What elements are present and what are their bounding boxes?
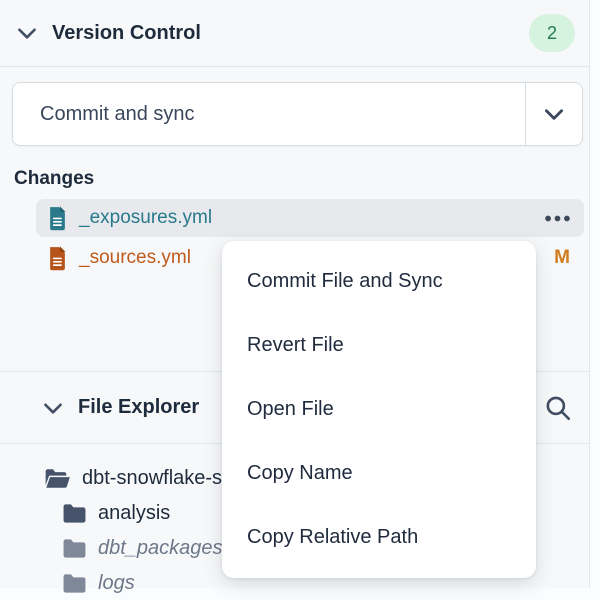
chevron-down-icon[interactable] (14, 20, 40, 46)
commit-dropdown-value: Commit and sync (13, 83, 525, 145)
tree-item-logs[interactable]: logs (62, 566, 135, 600)
folder-open-icon (44, 468, 71, 489)
commit-dropdown[interactable]: Commit and sync (12, 82, 583, 146)
yml-file-icon (47, 205, 68, 231)
chevron-down-icon[interactable] (40, 395, 66, 421)
changes-section-label: Changes (14, 168, 94, 190)
tree-item-label: dbt-snowflake-s (82, 467, 222, 490)
file-context-menu: Commit File and Sync Revert File Open Fi… (222, 241, 536, 578)
folder-icon (62, 503, 87, 524)
version-control-header: Version Control 2 (0, 0, 589, 67)
file-explorer-title: File Explorer (78, 396, 199, 419)
search-icon[interactable] (543, 393, 573, 423)
tree-item-label: analysis (98, 502, 170, 525)
chevron-down-icon (541, 101, 567, 127)
file-actions-ellipsis-icon[interactable] (545, 215, 570, 222)
tree-item-analysis[interactable]: analysis (62, 496, 170, 530)
tree-item-dbt-packages[interactable]: dbt_packages (62, 531, 223, 565)
menu-item-open-file[interactable]: Open File (222, 377, 536, 441)
changed-file-name: _sources.yml (79, 247, 191, 269)
changed-file-name: _exposures.yml (79, 207, 212, 229)
tree-item-project-root[interactable]: dbt-snowflake-s (44, 461, 222, 495)
version-control-title: Version Control (52, 22, 201, 45)
yml-file-icon (47, 245, 68, 271)
tree-item-label: dbt_packages (98, 537, 223, 560)
folder-icon (62, 538, 87, 559)
menu-item-copy-relative-path[interactable]: Copy Relative Path (222, 506, 536, 570)
folder-icon (62, 573, 87, 594)
menu-item-revert-file[interactable]: Revert File (222, 313, 536, 377)
changes-count-badge: 2 (529, 14, 575, 52)
modified-status-badge: M (554, 247, 570, 269)
commit-dropdown-caret[interactable] (525, 83, 582, 145)
menu-item-copy-name[interactable]: Copy Name (222, 442, 536, 506)
changed-file-row-exposures[interactable]: _exposures.yml (36, 199, 584, 237)
menu-item-commit-file-and-sync[interactable]: Commit File and Sync (222, 249, 536, 313)
tree-item-label: logs (98, 572, 135, 595)
version-control-panel: Version Control 2 Commit and sync Change… (0, 0, 590, 588)
